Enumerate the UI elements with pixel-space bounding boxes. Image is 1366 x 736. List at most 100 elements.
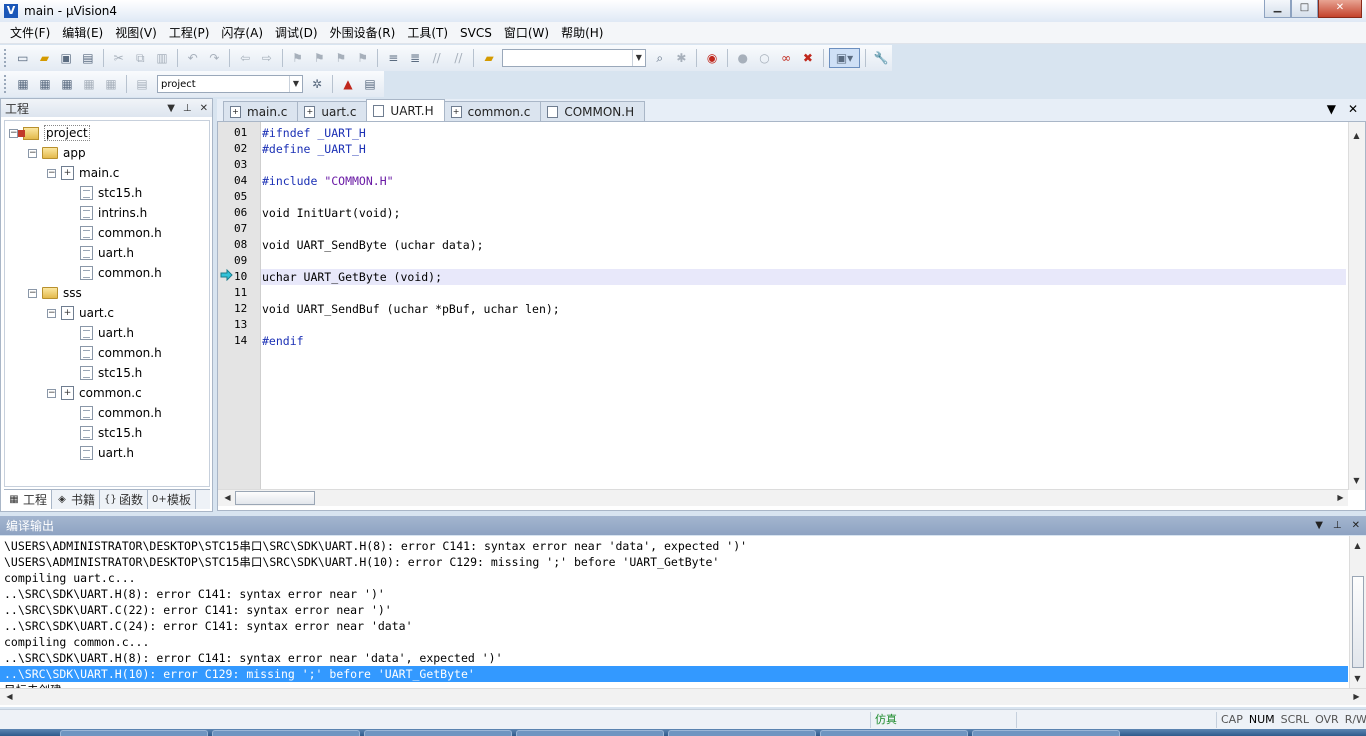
- open-file-icon[interactable]: ▰: [35, 48, 55, 68]
- editor-vertical-scrollbar[interactable]: ▲ ▼: [1348, 122, 1365, 490]
- tree-item-cfile[interactable]: − + common.c: [47, 383, 142, 403]
- horizontal-scroll-thumb[interactable]: [235, 491, 315, 505]
- bookmark-toggle-icon[interactable]: ⚑: [288, 48, 308, 68]
- disable-all-breakpoints-icon[interactable]: ∞: [776, 48, 796, 68]
- build-output-lines[interactable]: \USERS\ADMINISTRATOR\DESKTOP\STC15串口\SRC…: [0, 538, 1348, 688]
- paste-icon[interactable]: ▥: [152, 48, 172, 68]
- menu-peripherals[interactable]: 外围设备(R): [324, 24, 402, 41]
- panel-menu-icon[interactable]: ▼: [167, 103, 175, 114]
- target-options-icon[interactable]: ✲: [307, 74, 327, 94]
- save-all-icon[interactable]: ▤: [78, 48, 98, 68]
- code-line[interactable]: #include "COMMON.H": [261, 173, 1346, 189]
- chevron-down-icon[interactable]: ▼: [631, 50, 645, 66]
- build-output-line[interactable]: \USERS\ADMINISTRATOR\DESKTOP\STC15串口\SRC…: [0, 554, 1348, 570]
- toolbar-grip[interactable]: [4, 49, 8, 67]
- tree-item-folder[interactable]: − sss: [28, 283, 82, 303]
- tree-item-hfile[interactable]: common.h: [80, 403, 162, 423]
- editor-tab[interactable]: + common.c: [443, 101, 542, 121]
- code-editor[interactable]: 01 02 03 04 05 06 07 08 09 10 11 12 13 14 #ifndef _UA…: [217, 121, 1366, 511]
- comment-icon[interactable]: //: [427, 48, 447, 68]
- manage-books-icon[interactable]: ▤: [360, 74, 380, 94]
- code-line[interactable]: [261, 285, 1346, 301]
- stop-build-icon[interactable]: ▦: [101, 74, 121, 94]
- menu-flash[interactable]: 闪存(A): [215, 24, 269, 41]
- collapse-icon[interactable]: −: [47, 308, 56, 318]
- bookmark-prev-icon[interactable]: ⚑: [309, 48, 329, 68]
- editor-tab[interactable]: + uart.c: [297, 101, 368, 121]
- menu-svcs[interactable]: SVCS: [454, 26, 498, 40]
- menu-edit[interactable]: 编辑(E): [56, 24, 109, 41]
- incremental-find-icon[interactable]: ✱: [672, 48, 692, 68]
- bookmark-next-icon[interactable]: ⚑: [331, 48, 351, 68]
- code-line[interactable]: [261, 189, 1346, 205]
- editor-tab[interactable]: UART.H: [366, 99, 445, 121]
- maximize-button[interactable]: □: [1291, 0, 1318, 18]
- close-button[interactable]: ✕: [1318, 0, 1362, 18]
- tree-item-hfile[interactable]: stc15.h: [80, 363, 142, 383]
- code-line[interactable]: #define _UART_H: [261, 141, 1346, 157]
- build-output-line[interactable]: compiling common.c...: [0, 634, 1348, 650]
- build-output-line[interactable]: \USERS\ADMINISTRATOR\DESKTOP\STC15串口\SRC…: [0, 538, 1348, 554]
- copy-icon[interactable]: ⧉: [130, 48, 150, 68]
- enable-breakpoint-icon[interactable]: ○: [755, 48, 775, 68]
- tree-item-folder[interactable]: − app: [28, 143, 86, 163]
- scroll-right-icon[interactable]: ▶: [1333, 490, 1348, 505]
- batch-build-icon[interactable]: ▦: [79, 74, 99, 94]
- collapse-icon[interactable]: −: [47, 388, 56, 398]
- code-line[interactable]: [261, 317, 1346, 333]
- build-output-line[interactable]: compiling uart.c...: [0, 570, 1348, 586]
- scroll-up-icon[interactable]: ▲: [1350, 538, 1365, 553]
- find-icon[interactable]: ⌕: [650, 48, 670, 68]
- scroll-left-icon[interactable]: ◀: [220, 490, 235, 505]
- output-vertical-scrollbar[interactable]: ▲ ▼: [1349, 536, 1366, 688]
- panel-tab-functions[interactable]: {} 函数: [100, 490, 149, 509]
- save-icon[interactable]: ▣: [56, 48, 76, 68]
- pin-icon[interactable]: ⊥: [183, 103, 192, 114]
- navigate-forward-icon[interactable]: ⇨: [257, 48, 277, 68]
- code-area[interactable]: #ifndef _UART_H #define _UART_H #include "…: [261, 122, 1346, 490]
- navigate-back-icon[interactable]: ⇦: [235, 48, 255, 68]
- tree-item-hfile[interactable]: uart.h: [80, 323, 134, 343]
- scroll-up-icon[interactable]: ▲: [1349, 128, 1364, 143]
- scroll-down-icon[interactable]: ▼: [1349, 473, 1364, 488]
- close-tab-icon[interactable]: ✕: [1348, 102, 1358, 116]
- configure-icon[interactable]: 🔧: [871, 48, 891, 68]
- download-icon[interactable]: ▤: [132, 74, 152, 94]
- build-output-line[interactable]: ..\SRC\SDK\UART.H(8): error C141: syntax…: [0, 650, 1348, 666]
- collapse-icon[interactable]: −: [28, 148, 37, 158]
- taskbar-button[interactable]: [668, 730, 816, 736]
- find-combo[interactable]: ▼: [501, 49, 646, 67]
- manage-components-icon[interactable]: ▲: [338, 74, 358, 94]
- chevron-down-icon[interactable]: ▼: [289, 76, 302, 92]
- menu-file[interactable]: 文件(F): [4, 24, 56, 41]
- rebuild-icon[interactable]: ▦: [57, 74, 77, 94]
- panel-close-icon[interactable]: ✕: [1352, 520, 1360, 531]
- editor-tab[interactable]: + main.c: [223, 101, 299, 121]
- window-layout-icon[interactable]: ▣▾: [828, 48, 861, 68]
- scroll-down-icon[interactable]: ▼: [1350, 671, 1365, 686]
- panel-tab-books[interactable]: ◈ 书籍: [52, 490, 101, 509]
- collapse-icon[interactable]: −: [9, 128, 18, 138]
- menu-project[interactable]: 工程(P): [163, 24, 216, 41]
- editor-horizontal-scrollbar[interactable]: ◀ ▶: [218, 489, 1348, 506]
- cut-icon[interactable]: ✂: [109, 48, 129, 68]
- line-number-gutter[interactable]: 01 02 03 04 05 06 07 08 09 10 11 12 13 14: [218, 122, 261, 490]
- tab-list-dropdown-icon[interactable]: ▼: [1327, 102, 1336, 116]
- redo-icon[interactable]: ↷: [205, 48, 225, 68]
- build-output-line[interactable]: ..\SRC\SDK\UART.C(24): error C141: synta…: [0, 618, 1348, 634]
- editor-tab[interactable]: COMMON.H: [540, 101, 646, 121]
- build-output-line[interactable]: ..\SRC\SDK\UART.C(22): error C141: synta…: [0, 602, 1348, 618]
- taskbar-button[interactable]: [972, 730, 1120, 736]
- target-select[interactable]: project ▼: [157, 75, 303, 93]
- taskbar-button[interactable]: [820, 730, 968, 736]
- tree-item-cfile[interactable]: − + main.c: [47, 163, 119, 183]
- code-line[interactable]: void InitUart(void);: [261, 205, 1346, 221]
- translate-icon[interactable]: ▦: [13, 74, 33, 94]
- tree-item-project[interactable]: − project: [9, 123, 90, 143]
- output-horizontal-scrollbar[interactable]: ◀ ▶: [0, 688, 1366, 705]
- panel-close-icon[interactable]: ✕: [200, 103, 208, 114]
- taskbar-button[interactable]: [516, 730, 664, 736]
- tree-item-hfile[interactable]: uart.h: [80, 243, 134, 263]
- collapse-icon[interactable]: −: [47, 168, 56, 178]
- code-line[interactable]: [261, 157, 1346, 173]
